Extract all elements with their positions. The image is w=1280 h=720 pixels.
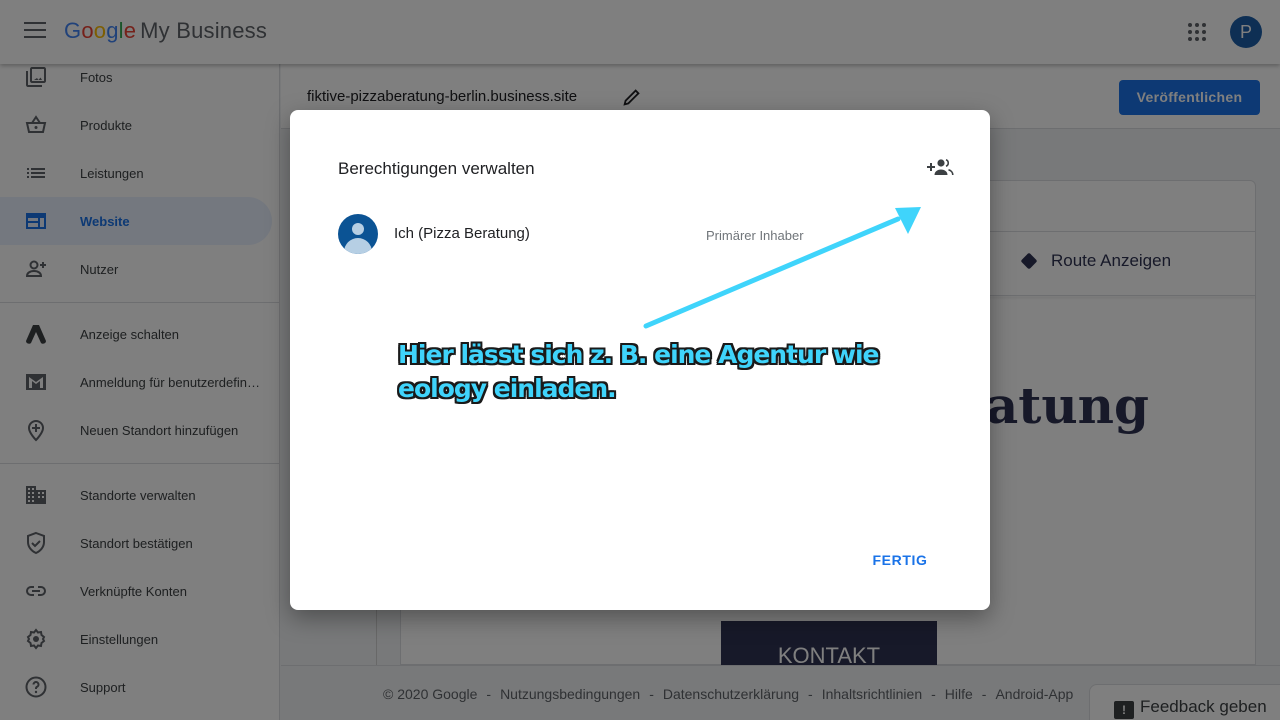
dialog-title: Berechtigungen verwalten: [338, 159, 535, 178]
user-name: Ich (Pizza Beratung): [394, 225, 530, 242]
annotation-callout: Hier lässt sich z. B. eine Agentur wie e…: [398, 340, 880, 403]
add-users-icon[interactable]: [926, 156, 956, 178]
user-avatar: [338, 214, 378, 254]
user-role: Primärer Inhaber: [706, 228, 804, 243]
user-list-item: Ich (Pizza Beratung) Primärer Inhaber: [338, 214, 942, 254]
done-button[interactable]: FERTIG: [864, 548, 936, 572]
